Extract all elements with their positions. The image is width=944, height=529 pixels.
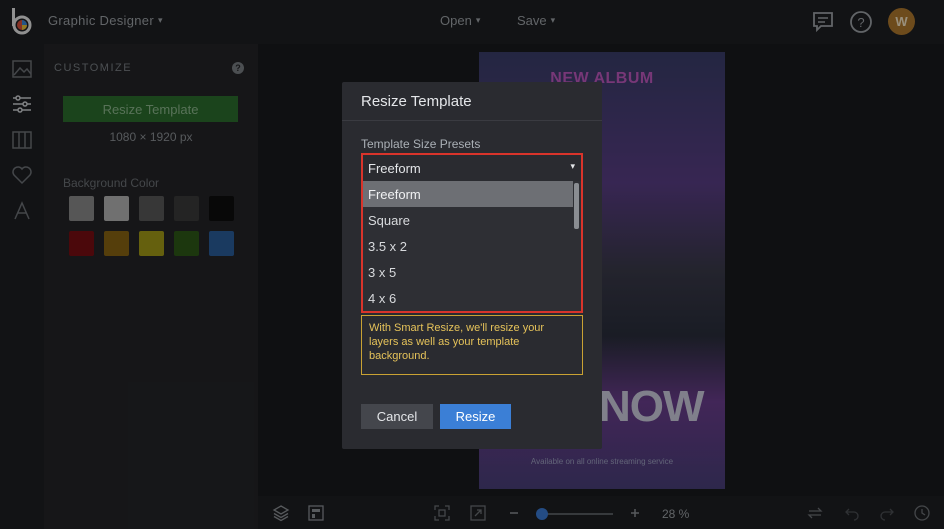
smart-resize-info: With Smart Resize, we'll resize your lay… xyxy=(361,315,583,375)
dialog-title: Resize Template xyxy=(361,93,472,110)
resize-button[interactable]: Resize xyxy=(440,404,511,429)
dialog-header: Resize Template xyxy=(342,82,602,121)
cancel-button[interactable]: Cancel xyxy=(361,404,433,429)
presets-label: Template Size Presets xyxy=(361,137,481,151)
highlight-box xyxy=(361,153,583,313)
